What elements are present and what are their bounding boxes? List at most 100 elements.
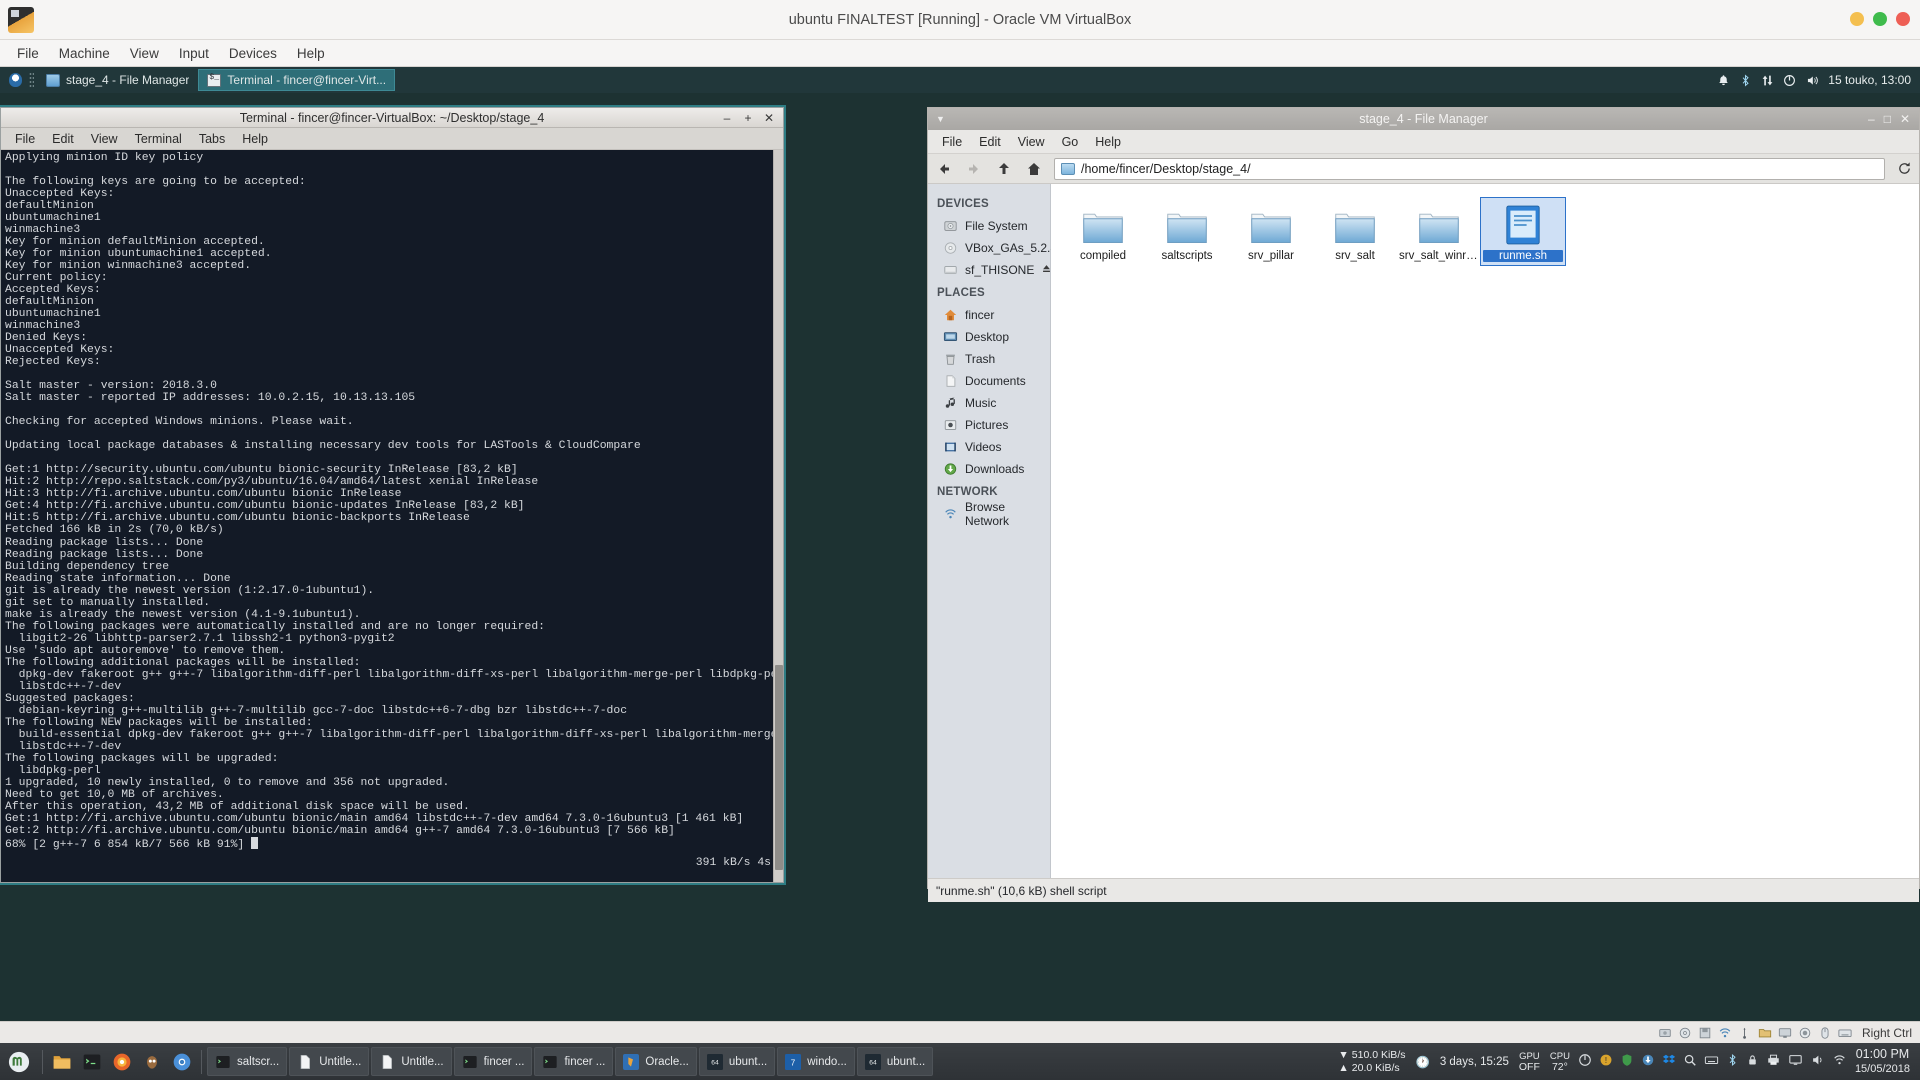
file-item[interactable]: srv_pillar [1229,198,1313,265]
host-task[interactable]: fincer ... [453,1047,533,1076]
whisker-menu-icon[interactable] [4,73,26,87]
launcher-files[interactable] [47,1043,77,1080]
host-task[interactable]: 64 ubunt... [698,1047,776,1076]
guest-task-file-manager[interactable]: stage_4 - File Manager [37,69,198,91]
network-icon[interactable] [1832,1053,1847,1070]
keyboard-icon[interactable] [1704,1053,1719,1070]
sidebar-item-shared-folder[interactable]: sf_THISONE [928,259,1051,281]
fm-minimize-button[interactable]: – [1868,112,1875,126]
info-icon[interactable]: ! [1599,1053,1613,1070]
terminal-minimize-button[interactable]: – [721,111,733,125]
file-item[interactable]: compiled [1061,198,1145,265]
back-icon[interactable] [934,161,954,177]
network-icon[interactable] [1718,1025,1733,1040]
terminal-menu-terminal[interactable]: Terminal [127,130,190,148]
host-task[interactable]: fincer ... [534,1047,614,1076]
host-task[interactable]: 7 windo... [777,1047,855,1076]
search-icon[interactable] [1683,1053,1697,1070]
terminal-close-button[interactable]: ✕ [763,111,775,125]
host-task[interactable]: 64 ubunt... [856,1047,934,1076]
host-task[interactable]: Untitle... [289,1047,370,1076]
file-manager-titlebar[interactable]: ▼ stage_4 - File Manager – □ ✕ [928,108,1919,130]
file-list-area[interactable]: compiled saltscripts srv_pillar srv_salt srv… [1051,184,1919,878]
mint-menu-icon[interactable] [0,1043,38,1080]
sidebar-item-pictures[interactable]: Pictures [928,414,1050,436]
menu-file[interactable]: File [8,43,48,64]
floppy-icon[interactable] [1698,1025,1713,1040]
fm-menu-file[interactable]: File [934,133,970,151]
power-icon[interactable] [1783,74,1796,87]
sidebar-item-music[interactable]: Music [928,392,1050,414]
minimize-button[interactable] [1850,12,1864,26]
updates-icon[interactable] [1641,1053,1655,1070]
sidebar-item-documents[interactable]: Documents [928,370,1050,392]
fm-close-button[interactable]: ✕ [1900,112,1910,126]
network-updown-icon[interactable] [1761,74,1774,87]
hdd-icon[interactable] [1658,1025,1673,1040]
path-input[interactable]: /home/fincer/Desktop/stage_4/ [1054,157,1885,180]
menu-devices[interactable]: Devices [220,43,286,64]
fm-menu-view[interactable]: View [1010,133,1053,151]
terminal-menu-tabs[interactable]: Tabs [191,130,233,148]
bluetooth-icon[interactable] [1739,73,1752,87]
terminal-scrollbar-thumb[interactable] [775,665,783,870]
fm-menu-go[interactable]: Go [1054,133,1087,151]
sidebar-item-browse-network[interactable]: Browse Network [928,500,1050,528]
fm-menu-help[interactable]: Help [1087,133,1129,151]
host-task[interactable]: Untitle... [371,1047,452,1076]
file-item[interactable]: srv_salt [1313,198,1397,265]
sidebar-item-fincer[interactable]: fincer [928,304,1050,326]
usb-icon[interactable] [1738,1025,1753,1040]
file-item[interactable]: srv_salt_winrepo [1397,198,1481,265]
power-icon[interactable] [1578,1053,1592,1070]
volume-icon[interactable] [1810,1053,1825,1070]
file-item-selected[interactable]: runme.sh [1480,197,1566,266]
lock-icon[interactable] [1746,1053,1759,1070]
sidebar-item-vbox-guest-additions[interactable]: VBox_GAs_5.2.8 [928,237,1073,259]
optical-disc-icon[interactable] [1678,1025,1693,1040]
keyboard-icon[interactable] [1838,1025,1853,1040]
guest-task-terminal[interactable]: Terminal - fincer@fincer-Virt... [198,69,396,91]
bluetooth-icon[interactable] [1726,1053,1739,1070]
maximize-button[interactable] [1873,12,1887,26]
menu-input[interactable]: Input [170,43,218,64]
sidebar-item-videos[interactable]: Videos [928,436,1050,458]
display-icon[interactable] [1778,1025,1793,1040]
launcher-gimp[interactable] [137,1043,167,1080]
reload-icon[interactable] [1895,161,1913,176]
terminal-menu-view[interactable]: View [83,130,126,148]
sidebar-item-trash[interactable]: Trash [928,348,1050,370]
terminal-maximize-button[interactable]: + [742,111,754,125]
sidebar-item-file-system[interactable]: File System [928,215,1050,237]
display-icon[interactable] [1788,1053,1803,1070]
forward-icon[interactable] [964,161,984,177]
terminal-titlebar[interactable]: Terminal - fincer@fincer-VirtualBox: ~/D… [1,108,783,128]
menu-machine[interactable]: Machine [50,43,119,64]
close-button[interactable] [1896,12,1910,26]
terminal-menu-file[interactable]: File [7,130,43,148]
host-clock[interactable]: 01:00 PM 15/05/2018 [1855,1047,1910,1077]
launcher-terminal[interactable] [77,1043,107,1080]
terminal-scrollbar[interactable] [773,150,783,882]
shared-folder-icon[interactable] [1758,1025,1773,1040]
terminal-menu-help[interactable]: Help [234,130,276,148]
host-task[interactable]: saltscr... [207,1047,288,1076]
terminal-output-area[interactable]: Applying minion ID key policy The follow… [1,150,783,882]
sidebar-item-desktop[interactable]: Desktop [928,326,1050,348]
dropbox-icon[interactable] [1662,1053,1676,1070]
file-item[interactable]: saltscripts [1145,198,1229,265]
launcher-firefox[interactable] [107,1043,137,1080]
parent-folder-icon[interactable] [994,161,1014,177]
menu-view[interactable]: View [121,43,168,64]
fm-maximize-button[interactable]: □ [1884,112,1891,126]
fm-menu-edit[interactable]: Edit [971,133,1009,151]
panel-handle[interactable] [29,72,34,88]
mouse-icon[interactable] [1818,1025,1833,1040]
bell-icon[interactable] [1717,74,1730,87]
home-icon[interactable] [1024,161,1044,177]
printer-icon[interactable] [1766,1053,1781,1070]
menu-help[interactable]: Help [288,43,334,64]
guest-clock[interactable]: 15 touko, 13:00 [1828,73,1911,87]
terminal-menu-edit[interactable]: Edit [44,130,82,148]
launcher-chromium[interactable] [167,1043,197,1080]
